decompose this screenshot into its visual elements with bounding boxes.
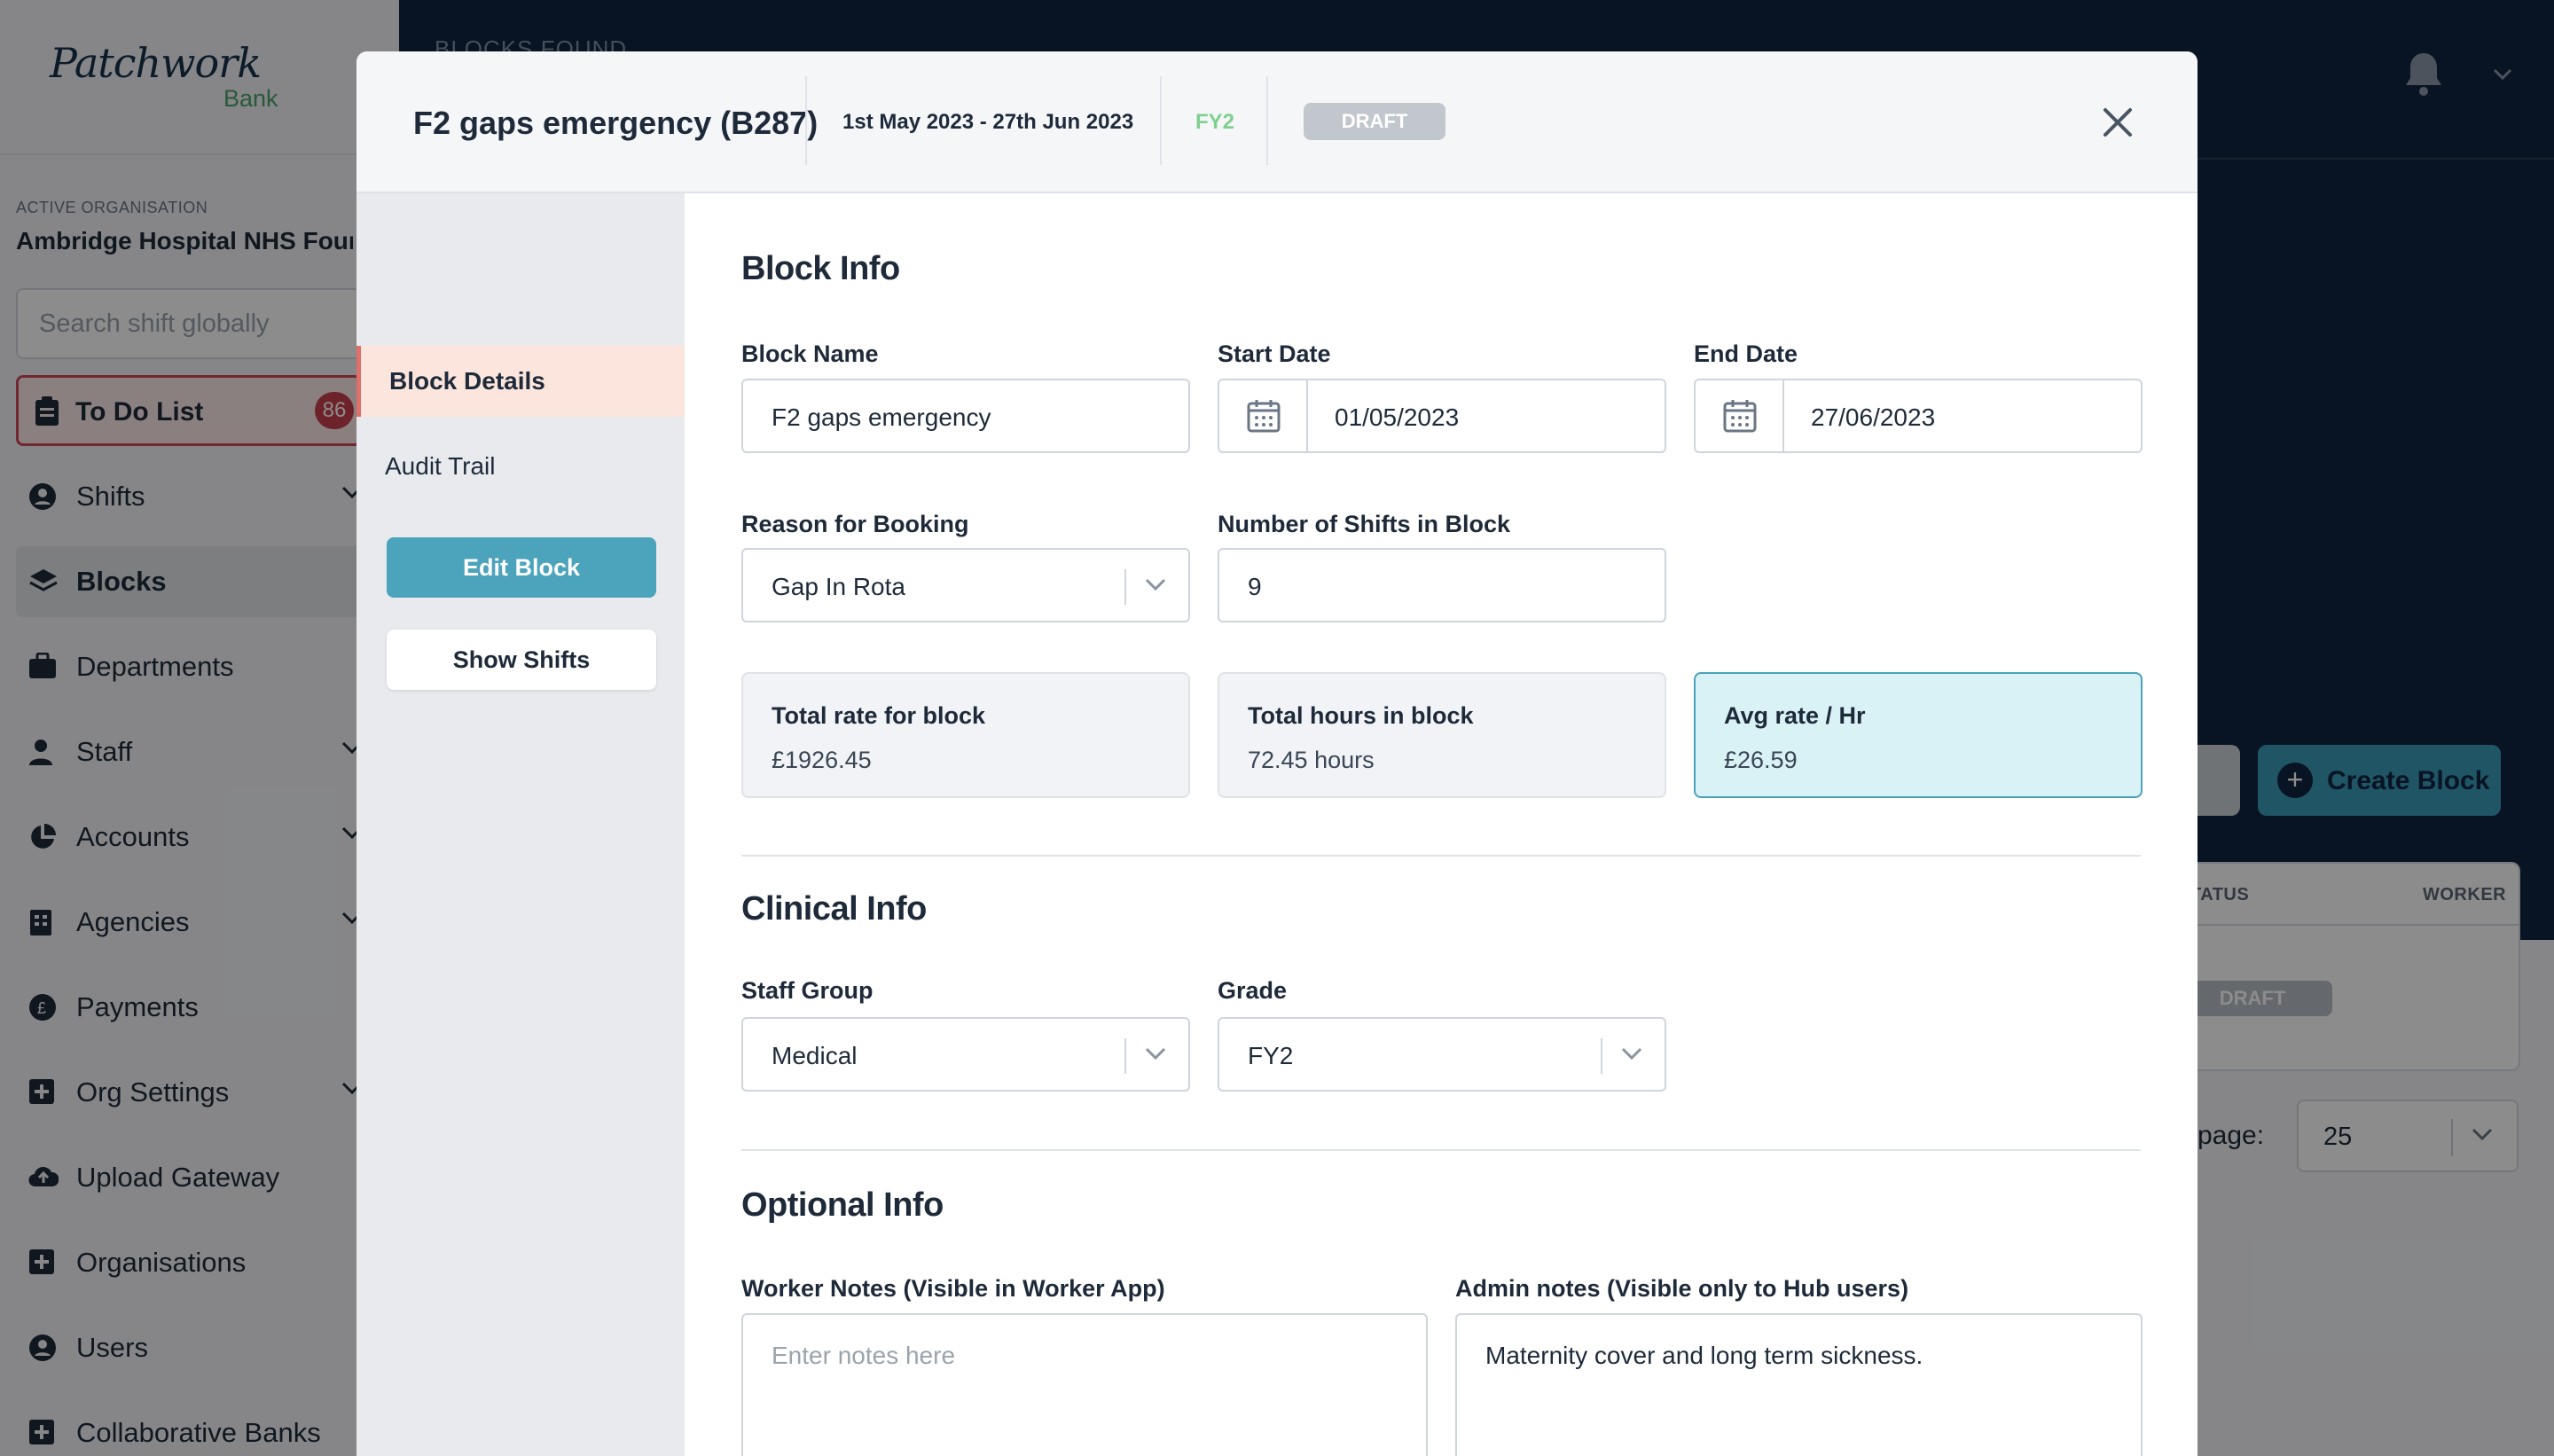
num-shifts-field[interactable]: 9 [1218, 548, 1666, 622]
close-icon[interactable] [2098, 103, 2137, 142]
worker-notes-textarea[interactable]: Enter notes here [741, 1313, 1428, 1456]
reason-label: Reason for Booking [741, 511, 969, 537]
num-shifts-label: Number of Shifts in Block [1218, 511, 1511, 537]
chevron-down-icon [1144, 576, 1167, 597]
modal-title: F2 gaps emergency (B287) [413, 105, 819, 141]
staff-group-label: Staff Group [741, 977, 874, 1004]
total-rate-card: Total rate for block £1926.45 [741, 672, 1190, 798]
admin-notes-textarea[interactable]: Maternity cover and long term sickness. [1455, 1313, 2143, 1456]
section-title-optional-info: Optional Info [741, 1186, 944, 1224]
show-shifts-button[interactable]: Show Shifts [387, 630, 656, 690]
avg-rate-title: Avg rate / Hr [1724, 702, 1866, 729]
total-hours-card: Total hours in block 72.45 hours [1218, 672, 1666, 798]
header-divider [805, 76, 807, 165]
avg-rate-card: Avg rate / Hr £26.59 [1694, 672, 2143, 798]
section-title-clinical-info: Clinical Info [741, 890, 927, 928]
total-rate-title: Total rate for block [772, 702, 986, 729]
section-divider [741, 1149, 2141, 1151]
avg-rate-value: £26.59 [1724, 747, 1798, 773]
worker-notes-label: Worker Notes (Visible in Worker App) [741, 1275, 1165, 1302]
grade-badge: FY2 [1195, 110, 1235, 134]
staff-group-select[interactable]: Medical [741, 1017, 1190, 1092]
modal-date-range: 1st May 2023 - 27th Jun 2023 [842, 110, 1134, 134]
tab-label: Block Details [389, 367, 545, 395]
total-hours-value: 72.45 hours [1248, 747, 1375, 773]
modal-header: F2 gaps emergency (B287) 1st May 2023 - … [356, 51, 2198, 193]
section-title-block-info: Block Info [741, 250, 900, 287]
status-badge: DRAFT [1304, 103, 1445, 140]
end-date-value: 27/06/2023 [1811, 403, 1936, 431]
edit-block-button[interactable]: Edit Block [387, 537, 656, 598]
calendar-icon[interactable] [1696, 380, 1784, 451]
tab-audit-trail[interactable]: Audit Trail [385, 452, 496, 481]
admin-notes-label: Admin notes (Visible only to Hub users) [1455, 1275, 1909, 1302]
start-date-label: Start Date [1218, 341, 1331, 367]
chevron-down-icon [1144, 1045, 1167, 1066]
tab-block-details[interactable]: Block Details [356, 346, 685, 417]
modal-tab-panel: Block Details Audit Trail Edit Block Sho… [356, 193, 685, 1456]
header-divider [1266, 76, 1268, 165]
select-separator [1124, 569, 1126, 605]
calendar-icon[interactable] [1219, 380, 1308, 451]
block-details-modal: F2 gaps emergency (B287) 1st May 2023 - … [356, 51, 2198, 1456]
admin-notes-value: Maternity cover and long term sickness. [1485, 1342, 1923, 1369]
grade-select[interactable]: FY2 [1218, 1017, 1666, 1092]
end-date-label: End Date [1694, 341, 1798, 367]
select-separator [1124, 1038, 1126, 1074]
chevron-down-icon [1620, 1045, 1643, 1066]
reason-value: Gap In Rota [772, 573, 905, 600]
staff-group-value: Medical [772, 1042, 858, 1069]
grade-value: FY2 [1248, 1042, 1294, 1069]
block-name-field[interactable]: F2 gaps emergency [741, 379, 1190, 453]
select-separator [1601, 1038, 1602, 1074]
grade-label: Grade [1218, 977, 1288, 1004]
reason-select[interactable]: Gap In Rota [741, 548, 1190, 622]
total-hours-title: Total hours in block [1248, 702, 1474, 729]
section-divider [741, 855, 2141, 857]
start-date-value: 01/05/2023 [1335, 403, 1460, 431]
total-rate-value: £1926.45 [772, 747, 872, 773]
header-divider [1160, 76, 1162, 165]
worker-notes-placeholder: Enter notes here [772, 1342, 956, 1369]
num-shifts-value: 9 [1248, 573, 1262, 600]
start-date-field[interactable]: 01/05/2023 [1218, 379, 1666, 453]
end-date-field[interactable]: 27/06/2023 [1694, 379, 2143, 453]
block-name-label: Block Name [741, 341, 879, 367]
block-name-value: F2 gaps emergency [772, 403, 991, 431]
modal-content: Block Info Block Name F2 gaps emergency … [685, 193, 2198, 1456]
